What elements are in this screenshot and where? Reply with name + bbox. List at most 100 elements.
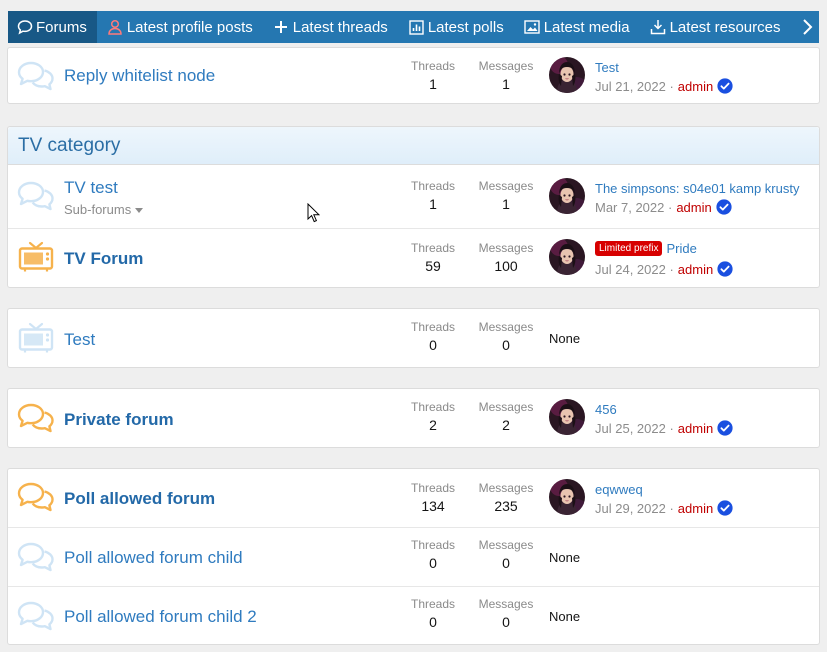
messages-stat: Messages 0 xyxy=(476,538,536,571)
node-title-link[interactable]: Private forum xyxy=(64,410,174,430)
username-link[interactable]: admin xyxy=(678,501,713,516)
threads-label: Threads xyxy=(410,538,456,552)
threads-count: 0 xyxy=(429,555,437,571)
threads-stat: Threads 59 xyxy=(403,241,463,274)
threads-count: 2 xyxy=(429,417,437,433)
thread-prefix-badge: Limited prefix xyxy=(595,241,663,256)
last-post-link[interactable]: 456 xyxy=(595,402,617,417)
chat-bubbles-icon xyxy=(17,60,55,92)
tab-latest-polls[interactable]: Latest polls xyxy=(398,11,514,43)
forum-node: TV Forum Threads 59 Messages 100 Limited p… xyxy=(8,228,819,287)
verified-icon xyxy=(717,420,733,436)
category-title-link[interactable]: TV category xyxy=(8,127,819,165)
forum-nav-tabs: Forums Latest profile posts Latest threa… xyxy=(8,11,819,43)
forum-block: Private forum Threads 2 Messages 2 456 Jul… xyxy=(7,388,820,448)
last-post-date: Jul 21, 2022 xyxy=(595,78,666,94)
avatar[interactable] xyxy=(549,57,585,93)
node-title-link[interactable]: Test xyxy=(64,330,95,350)
tv-icon xyxy=(17,241,55,273)
forum-node: Private forum Threads 2 Messages 2 456 Jul… xyxy=(8,389,819,447)
threads-count: 0 xyxy=(429,337,437,353)
username-link[interactable]: admin xyxy=(678,421,713,436)
node-title-link[interactable]: Poll allowed forum child 2 xyxy=(64,607,257,627)
last-post-link[interactable]: Limited prefix Pride xyxy=(595,241,697,256)
plus-icon xyxy=(273,19,290,36)
tab-latest-resources[interactable]: Latest resources xyxy=(640,11,791,43)
tab-label: Latest profile posts xyxy=(126,18,253,36)
tab-label: Latest polls xyxy=(427,18,504,36)
avatar[interactable] xyxy=(549,239,585,275)
threads-stat: Threads 1 xyxy=(403,59,463,92)
messages-label: Messages xyxy=(478,481,534,495)
last-post-meta: Mar 7, 2022 · admin xyxy=(595,199,732,215)
avatar[interactable] xyxy=(549,399,585,435)
node-title-link[interactable]: TV test xyxy=(64,178,118,198)
threads-count: 1 xyxy=(429,196,437,212)
chat-bubbles-icon xyxy=(17,180,55,212)
username-link[interactable]: admin xyxy=(678,262,713,277)
last-post-meta: Jul 24, 2022 · admin xyxy=(595,261,733,277)
node-title-link[interactable]: TV Forum xyxy=(64,249,143,269)
verified-icon xyxy=(717,78,733,94)
no-last-post: None xyxy=(549,609,581,624)
node-title-link[interactable]: Reply whitelist node xyxy=(64,66,215,86)
last-post-meta: Jul 25, 2022 · admin xyxy=(595,420,733,436)
threads-stat: Threads 0 xyxy=(403,320,463,353)
tab-latest-profile-posts[interactable]: Latest profile posts xyxy=(97,11,263,43)
verified-icon xyxy=(717,500,733,516)
last-post-meta: Jul 21, 2022 · admin xyxy=(595,78,733,94)
threads-count: 1 xyxy=(429,76,437,92)
tab-latest-threads[interactable]: Latest threads xyxy=(263,11,398,43)
messages-stat: Messages 0 xyxy=(476,597,536,630)
last-post-link[interactable]: eqwweq xyxy=(595,482,643,497)
last-post-date: Jul 29, 2022 xyxy=(595,500,666,516)
threads-stat: Threads 1 xyxy=(403,179,463,212)
messages-stat: Messages 235 xyxy=(476,481,536,514)
avatar[interactable] xyxy=(549,479,585,515)
messages-count: 1 xyxy=(502,196,510,212)
no-last-post: None xyxy=(549,550,581,565)
avatar[interactable] xyxy=(549,178,585,214)
tab-label: Forums xyxy=(36,18,87,36)
chat-bubbles-icon xyxy=(17,600,55,632)
last-post-link[interactable]: The simpsons: s04e01 kamp krusty xyxy=(595,181,799,196)
threads-stat: Threads 2 xyxy=(403,400,463,433)
messages-label: Messages xyxy=(478,179,534,193)
messages-count: 100 xyxy=(494,258,518,274)
subforums-label: Sub-forums xyxy=(64,202,132,217)
messages-count: 0 xyxy=(502,614,510,630)
messages-stat: Messages 1 xyxy=(476,179,536,212)
speech-bubble-icon xyxy=(16,19,33,36)
username-link[interactable]: admin xyxy=(678,79,713,94)
messages-label: Messages xyxy=(478,597,534,611)
tab-label: Latest media xyxy=(543,18,630,36)
tab-forums[interactable]: Forums xyxy=(8,11,97,43)
chat-bubbles-icon xyxy=(17,481,55,513)
download-icon xyxy=(650,19,667,36)
forum-block: Poll allowed forum Threads 134 Messages 23… xyxy=(7,468,820,645)
threads-stat: Threads 134 xyxy=(403,481,463,514)
forum-block: Test Threads 0 Messages 0 None xyxy=(7,308,820,368)
messages-label: Messages xyxy=(478,320,534,334)
bar-chart-icon xyxy=(408,19,425,36)
nav-scroll-right-button[interactable] xyxy=(795,11,819,43)
subforums-toggle[interactable]: Sub-forums xyxy=(64,202,143,217)
chat-bubbles-icon xyxy=(17,402,55,434)
threads-label: Threads xyxy=(410,400,456,414)
tab-latest-media[interactable]: Latest media xyxy=(514,11,640,43)
tab-label: Latest threads xyxy=(292,18,388,36)
user-icon xyxy=(107,19,124,36)
forum-node: Poll allowed forum child 2 Threads 0 Mess… xyxy=(8,586,819,644)
caret-down-icon xyxy=(134,208,143,213)
messages-stat: Messages 2 xyxy=(476,400,536,433)
threads-count: 0 xyxy=(429,614,437,630)
username-link[interactable]: admin xyxy=(676,200,711,215)
messages-count: 2 xyxy=(502,417,510,433)
last-post-date: Jul 24, 2022 xyxy=(595,261,666,277)
forum-node: TV test Sub-forums Threads 1 Messages 1 Th… xyxy=(8,165,819,228)
last-post-link[interactable]: Test xyxy=(595,60,619,75)
node-title-link[interactable]: Poll allowed forum child xyxy=(64,548,243,568)
last-post-date: Jul 25, 2022 xyxy=(595,420,666,436)
node-title-link[interactable]: Poll allowed forum xyxy=(64,489,215,509)
threads-count: 59 xyxy=(425,258,441,274)
